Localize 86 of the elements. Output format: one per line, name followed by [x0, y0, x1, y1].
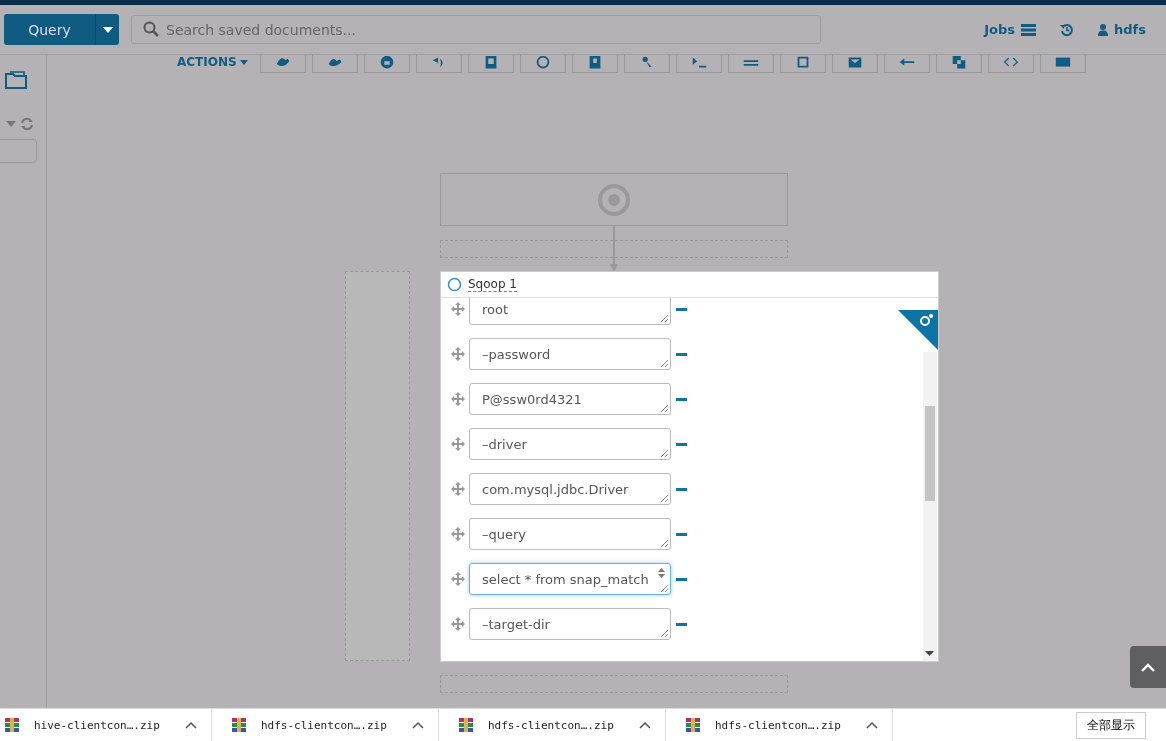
- scroll-top-button[interactable]: [1130, 646, 1166, 688]
- caret-icon: [239, 59, 248, 65]
- block-icon: [1053, 56, 1072, 70]
- move-icon[interactable]: [451, 437, 465, 451]
- chevron-up-icon[interactable]: [185, 721, 197, 729]
- resize-grip-icon[interactable]: [660, 404, 668, 412]
- search-field[interactable]: Search saved documents...: [131, 15, 821, 44]
- toolbar-button[interactable]: [259, 55, 306, 73]
- toolbar-button[interactable]: [311, 55, 358, 73]
- query-button[interactable]: Query: [4, 14, 95, 45]
- chevron-up-icon[interactable]: [866, 721, 878, 729]
- search-icon: [143, 21, 159, 37]
- target-icon: [597, 182, 631, 217]
- resize-grip-icon[interactable]: [660, 629, 668, 637]
- remove-button[interactable]: [676, 307, 687, 311]
- move-icon[interactable]: [451, 617, 465, 631]
- download-name[interactable]: hdfs-clientcon….zip: [715, 718, 841, 732]
- resize-grip-icon[interactable]: [660, 584, 668, 592]
- ring-icon: [447, 277, 462, 292]
- toolbar-button[interactable]: [727, 55, 774, 73]
- toolbar-button[interactable]: [571, 55, 618, 73]
- dropdown-button[interactable]: [95, 14, 119, 45]
- start-node[interactable]: [440, 173, 788, 226]
- toolbar-button[interactable]: [987, 55, 1034, 73]
- show-all-button[interactable]: 全部显示: [1076, 711, 1146, 739]
- toolbar-button[interactable]: [675, 55, 722, 73]
- remove-button[interactable]: [676, 577, 687, 581]
- move-icon[interactable]: [451, 347, 465, 361]
- spinner-icon[interactable]: [657, 567, 666, 579]
- toolbar-button[interactable]: [779, 55, 826, 73]
- argument-field[interactable]: –password: [469, 338, 671, 370]
- resize-grip-icon[interactable]: [660, 359, 668, 367]
- toolbar-button[interactable]: [831, 55, 878, 73]
- toolbar-button[interactable]: [519, 55, 566, 73]
- refresh-icon[interactable]: [20, 117, 34, 131]
- argument-field[interactable]: –driver: [469, 428, 671, 460]
- resize-grip-icon[interactable]: [660, 449, 668, 457]
- chevron-up-icon[interactable]: [412, 721, 424, 729]
- argument-field[interactable]: –query: [469, 518, 671, 550]
- download-name[interactable]: hdfs-clientcon….zip: [488, 718, 614, 732]
- toolbar-button[interactable]: [415, 55, 462, 73]
- argument-field[interactable]: select * from snap_match: [469, 563, 671, 595]
- toolbar-button[interactable]: [935, 55, 982, 73]
- remove-button[interactable]: [676, 397, 687, 401]
- corner-badge[interactable]: [898, 310, 938, 350]
- caret-icon[interactable]: [925, 651, 934, 656]
- scrollbar[interactable]: [923, 352, 937, 661]
- argument-field[interactable]: root: [469, 298, 671, 325]
- caret-icon: [102, 26, 113, 33]
- chevron-up-icon: [1141, 662, 1155, 672]
- archive-icon: [4, 717, 20, 733]
- resize-grip-icon[interactable]: [660, 539, 668, 547]
- download-name[interactable]: hive-clientcon….zip: [34, 718, 160, 732]
- remove-button[interactable]: [676, 442, 687, 446]
- toolbar-button[interactable]: [467, 55, 514, 73]
- filter-field[interactable]: [0, 139, 37, 163]
- resize-grip-icon[interactable]: [660, 494, 668, 502]
- remove-button[interactable]: [676, 622, 687, 626]
- move-icon[interactable]: [451, 572, 465, 586]
- argument-field[interactable]: –target-dir: [469, 608, 671, 640]
- toolbar-button[interactable]: [1039, 55, 1086, 73]
- toolbar-button[interactable]: [623, 55, 670, 73]
- argument-field[interactable]: P@ssw0rd4321: [469, 383, 671, 415]
- chevron-up-icon[interactable]: [639, 721, 651, 729]
- toolbar-button[interactable]: [883, 55, 930, 73]
- download-name[interactable]: hdfs-clientcon….zip: [261, 718, 387, 732]
- user-icon: [1098, 23, 1109, 36]
- remove-button[interactable]: [676, 352, 687, 356]
- folder-icon[interactable]: [4, 69, 28, 89]
- scroll-thumb[interactable]: [925, 406, 935, 501]
- remove-button[interactable]: [676, 487, 687, 491]
- resize-grip-icon[interactable]: [660, 314, 668, 322]
- move-icon[interactable]: [451, 482, 465, 496]
- argument-field[interactable]: com.mysql.jdbc.Driver: [469, 473, 671, 505]
- remove-button[interactable]: [676, 532, 687, 536]
- list-icon: [1021, 23, 1037, 36]
- move-icon[interactable]: [451, 392, 465, 406]
- action-title[interactable]: Sqoop 1: [468, 277, 517, 292]
- archive-icon: [685, 717, 701, 733]
- connector-arrow: [609, 226, 619, 272]
- archive-icon: [231, 717, 247, 733]
- move-icon[interactable]: [451, 527, 465, 541]
- move-icon[interactable]: [451, 302, 465, 316]
- history-icon[interactable]: [1060, 22, 1075, 37]
- archive-icon: [458, 717, 474, 733]
- toolbar-button[interactable]: [363, 55, 410, 73]
